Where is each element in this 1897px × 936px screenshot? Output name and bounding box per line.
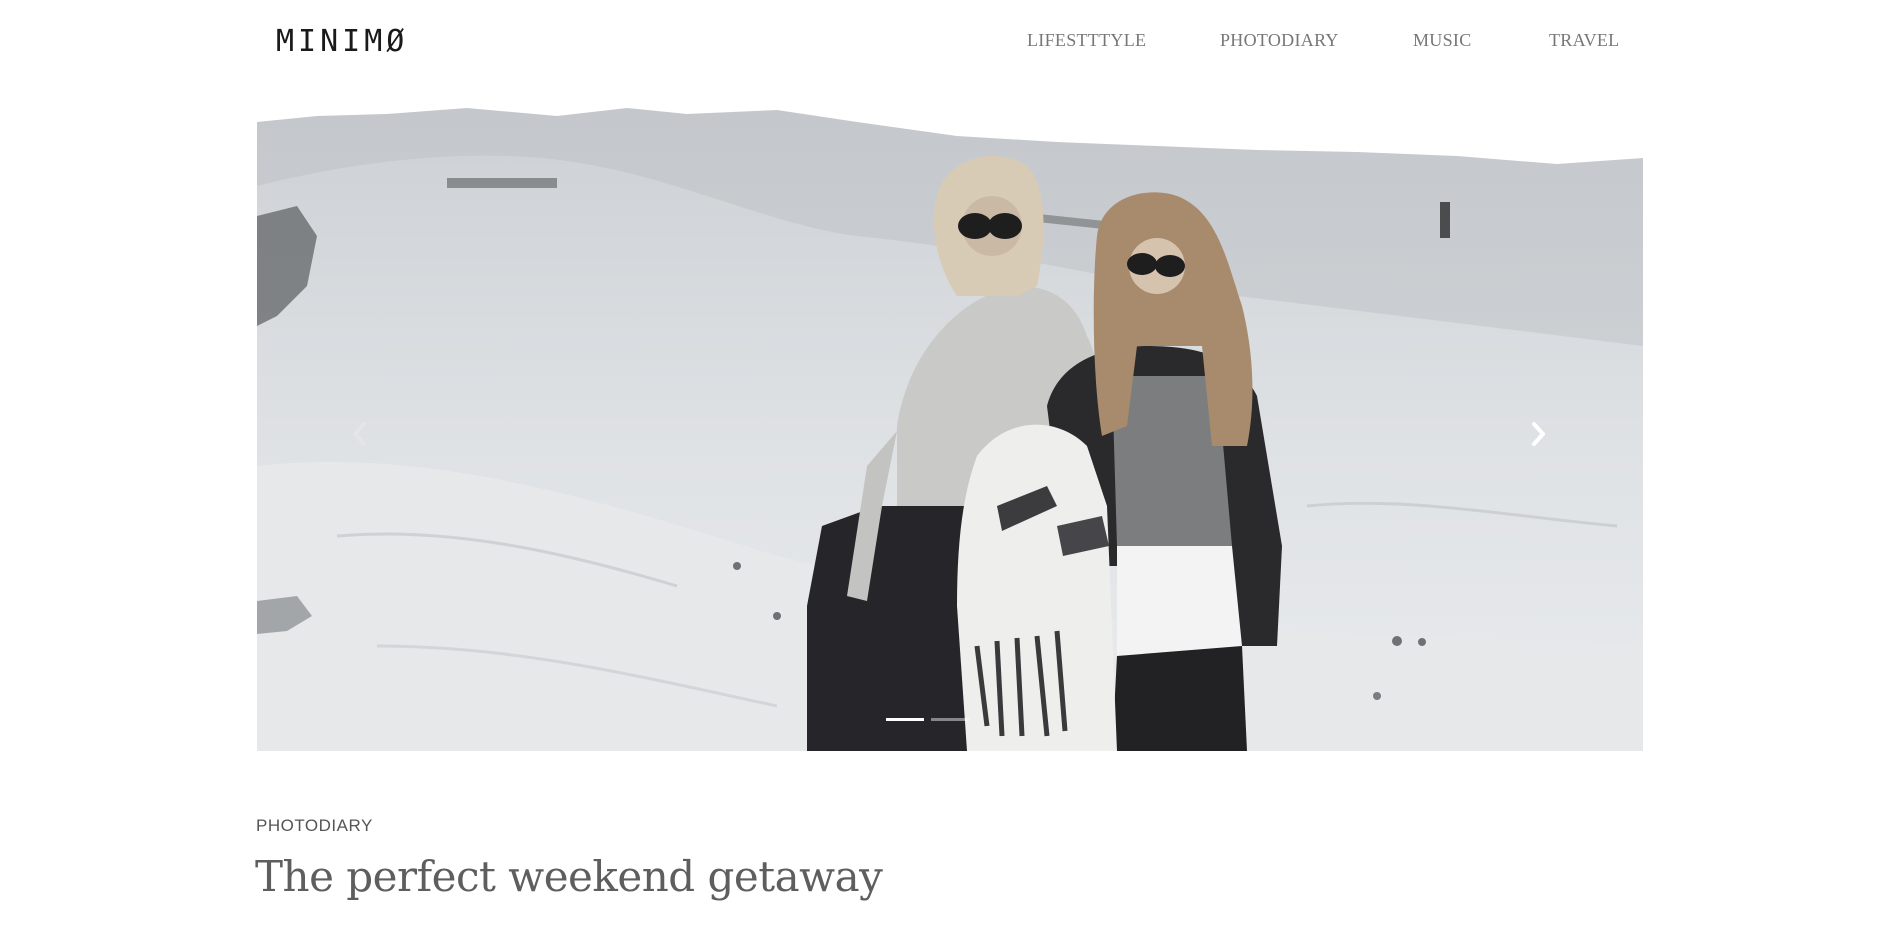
slider-dot-1[interactable] [886, 718, 924, 721]
slider-prev-button[interactable] [339, 404, 379, 464]
post-title[interactable]: The perfect weekend getaway [255, 852, 883, 901]
slider-next-button[interactable] [1519, 404, 1559, 464]
nav-item-travel[interactable]: TRAVEL [1549, 30, 1619, 51]
nav-item-photodiary[interactable]: PHOTODIARY [1220, 30, 1339, 51]
post-category[interactable]: PHOTODIARY [256, 816, 373, 836]
chevron-right-icon [1532, 422, 1545, 446]
hero-slider[interactable] [257, 86, 1643, 751]
slider-dot-2[interactable] [931, 718, 969, 721]
nav-item-lifestyle[interactable]: LIFESTTTYLE [1027, 30, 1146, 51]
nav-item-music[interactable]: MUSIC [1413, 30, 1472, 51]
chevron-left-icon [353, 422, 366, 446]
hero-image [257, 86, 1643, 751]
slider-pagination [886, 714, 986, 724]
site-logo[interactable]: MINIMØ [276, 24, 408, 60]
